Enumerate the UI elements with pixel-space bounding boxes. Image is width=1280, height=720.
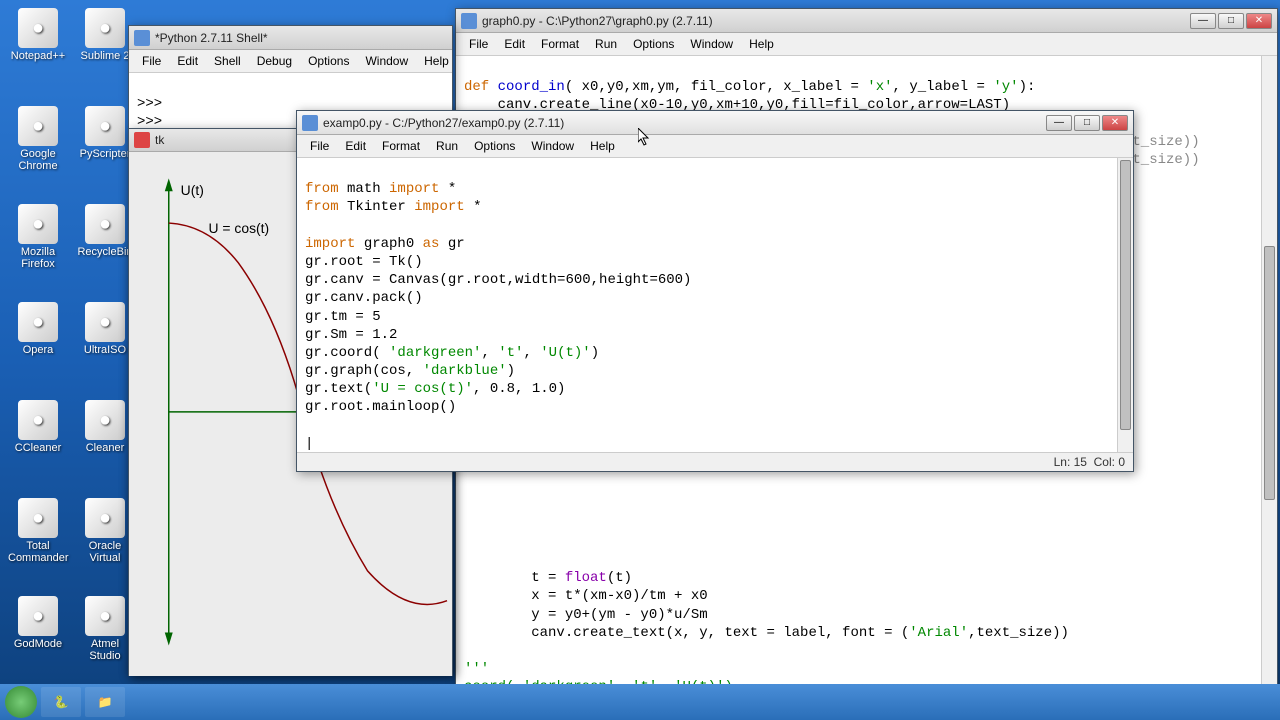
icon-label: PyScripter	[75, 148, 135, 160]
app-icon: ●	[18, 8, 58, 48]
menu-file[interactable]: File	[302, 137, 337, 155]
menu-edit[interactable]: Edit	[169, 52, 206, 70]
desktop-icon[interactable]: ● CCleaner	[8, 400, 68, 454]
taskbar-item[interactable]: 🐍	[41, 687, 81, 717]
menu-edit[interactable]: Edit	[337, 137, 374, 155]
menu-options[interactable]: Options	[466, 137, 523, 155]
icon-label: Google Chrome	[8, 148, 68, 172]
app-icon: ●	[18, 204, 58, 244]
desktop-icon[interactable]: ● UltraISO	[75, 302, 135, 356]
app-icon: ●	[85, 204, 125, 244]
ylabel: U(t)	[181, 182, 204, 198]
app-icon: ●	[85, 8, 125, 48]
icon-label: RecycleBin	[75, 246, 135, 258]
taskbar[interactable]: 🐍 📁	[0, 684, 1280, 720]
icon-label: GodMode	[8, 638, 68, 650]
python-icon	[302, 115, 318, 131]
icon-label: Cleaner	[75, 442, 135, 454]
desktop-icon[interactable]: ● PyScripter	[75, 106, 135, 160]
icon-label: CCleaner	[8, 442, 68, 454]
desktop-icon[interactable]: ● Sublime 2	[75, 8, 135, 62]
menu-options[interactable]: Options	[300, 52, 357, 70]
icon-label: Sublime 2	[75, 50, 135, 62]
menu-options[interactable]: Options	[625, 35, 682, 53]
window-title: examp0.py - C:/Python27/examp0.py (2.7.1…	[323, 116, 1046, 130]
menubar: FileEditFormatRunOptionsWindowHelp	[456, 33, 1277, 56]
menu-window[interactable]: Window	[682, 35, 741, 53]
app-icon: ●	[18, 400, 58, 440]
maximize-button[interactable]: □	[1218, 13, 1244, 29]
close-button[interactable]: ✕	[1102, 115, 1128, 131]
taskbar-item[interactable]: 📁	[85, 687, 125, 717]
desktop-icon[interactable]: ●Atmel Studio	[75, 596, 135, 662]
menu-run[interactable]: Run	[587, 35, 625, 53]
window-title: *Python 2.7.11 Shell*	[155, 31, 447, 45]
icon-label: Oracle Virtual	[75, 540, 135, 564]
menu-format[interactable]: Format	[533, 35, 587, 53]
menu-file[interactable]: File	[134, 52, 169, 70]
menu-help[interactable]: Help	[582, 137, 623, 155]
desktop-icon[interactable]: ●Google Chrome	[8, 106, 68, 172]
python-icon	[461, 13, 477, 29]
desktop-icon[interactable]: ●Total Commander	[8, 498, 68, 564]
tk-icon	[134, 132, 150, 148]
start-button[interactable]	[5, 686, 37, 718]
menu-run[interactable]: Run	[428, 137, 466, 155]
menu-edit[interactable]: Edit	[496, 35, 533, 53]
menubar: FileEditFormatRunOptionsWindowHelp	[297, 135, 1133, 158]
menu-shell[interactable]: Shell	[206, 52, 249, 70]
close-button[interactable]: ✕	[1246, 13, 1272, 29]
maximize-button[interactable]: □	[1074, 115, 1100, 131]
desktop-icon[interactable]: ● Cleaner	[75, 400, 135, 454]
scrollbar-vertical[interactable]	[1117, 158, 1133, 452]
icon-label: Atmel Studio	[75, 638, 135, 662]
titlebar[interactable]: examp0.py - C:/Python27/examp0.py (2.7.1…	[297, 111, 1133, 135]
menu-file[interactable]: File	[461, 35, 496, 53]
window-title: graph0.py - C:\Python27\graph0.py (2.7.1…	[482, 14, 1190, 28]
app-icon: ●	[85, 498, 125, 538]
statusbar: Ln: 15 Col: 0	[297, 452, 1133, 471]
icon-label: Mozilla Firefox	[8, 246, 68, 270]
titlebar[interactable]: graph0.py - C:\Python27\graph0.py (2.7.1…	[456, 9, 1277, 33]
minimize-button[interactable]: —	[1046, 115, 1072, 131]
menu-window[interactable]: Window	[523, 137, 582, 155]
menu-debug[interactable]: Debug	[249, 52, 300, 70]
menu-help[interactable]: Help	[741, 35, 782, 53]
minimize-button[interactable]: —	[1190, 13, 1216, 29]
app-icon: ●	[85, 400, 125, 440]
desktop-icon[interactable]: ● Opera	[8, 302, 68, 356]
icon-label: UltraISO	[75, 344, 135, 356]
app-icon: ●	[85, 596, 125, 636]
annotation: U = cos(t)	[209, 220, 270, 236]
icon-label: Notepad++	[8, 50, 68, 62]
desktop-icon[interactable]: ● GodMode	[8, 596, 68, 650]
examp-window[interactable]: examp0.py - C:/Python27/examp0.py (2.7.1…	[296, 110, 1134, 472]
menu-help[interactable]: Help	[416, 52, 457, 70]
scrollbar-vertical[interactable]	[1261, 56, 1277, 690]
desktop-icon[interactable]: ● RecycleBin	[75, 204, 135, 258]
app-icon: ●	[18, 596, 58, 636]
code-editor[interactable]: from math import * from Tkinter import *…	[297, 158, 1133, 452]
menu-window[interactable]: Window	[357, 52, 416, 70]
app-icon: ●	[85, 302, 125, 342]
titlebar[interactable]: *Python 2.7.11 Shell*	[129, 26, 452, 50]
desktop-icon[interactable]: ● Notepad++	[8, 8, 68, 62]
icon-label: Total Commander	[8, 540, 68, 564]
app-icon: ●	[18, 498, 58, 538]
app-icon: ●	[85, 106, 125, 146]
python-icon	[134, 30, 150, 46]
menu-format[interactable]: Format	[374, 137, 428, 155]
icon-label: Opera	[8, 344, 68, 356]
menubar: FileEditShellDebugOptionsWindowHelp	[129, 50, 452, 73]
desktop-icon[interactable]: ●Oracle Virtual	[75, 498, 135, 564]
app-icon: ●	[18, 302, 58, 342]
desktop-icon[interactable]: ●Mozilla Firefox	[8, 204, 68, 270]
app-icon: ●	[18, 106, 58, 146]
